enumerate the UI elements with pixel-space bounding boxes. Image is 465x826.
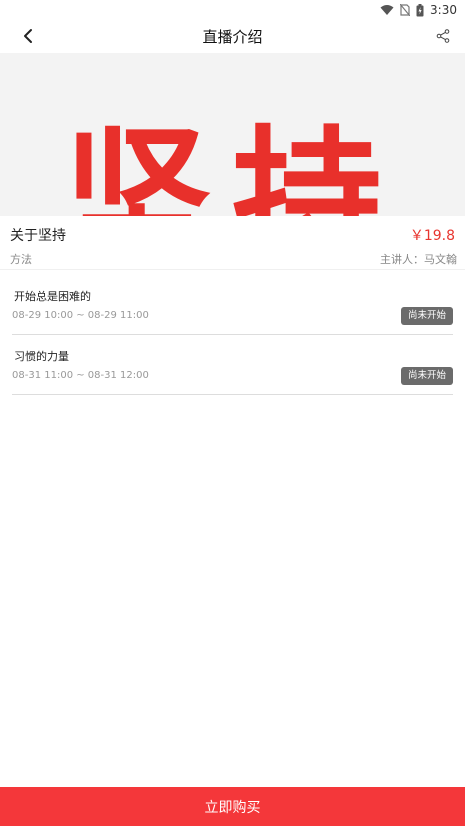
status-bar: 3:30 <box>0 0 465 20</box>
course-title: 关于坚持 <box>10 228 66 244</box>
course-banner: 坚持 <box>0 53 465 216</box>
wifi-icon <box>380 4 394 16</box>
status-badge: 尚未开始 <box>400 367 453 385</box>
lesson-list: 开始总是困难的 08-29 10:00 ~ 08-29 11:00 尚未开始 习… <box>12 275 453 395</box>
status-time: 3:30 <box>430 3 457 17</box>
lesson-time: 08-29 10:00 ~ 08-29 11:00 <box>12 310 149 321</box>
lesson-item[interactable]: 开始总是困难的 08-29 10:00 ~ 08-29 11:00 尚未开始 <box>12 275 453 335</box>
course-category: 方法 <box>10 253 32 266</box>
buy-now-label: 立即购买 <box>204 799 261 816</box>
buy-now-button[interactable]: 立即购买 <box>0 787 465 826</box>
lesson-time: 08-31 11:00 ~ 08-31 12:00 <box>12 370 149 381</box>
course-price: ￥19.8 <box>409 228 455 244</box>
no-sim-icon <box>400 4 411 16</box>
lesson-item[interactable]: 习惯的力量 08-31 11:00 ~ 08-31 12:00 尚未开始 <box>12 335 453 395</box>
share-icon[interactable] <box>433 26 453 46</box>
course-info: 关于坚持 ￥19.8 方法 主讲人：马文翰 <box>0 216 465 270</box>
course-lecturer: 主讲人：马文翰 <box>380 253 457 266</box>
battery-icon <box>416 3 424 17</box>
lesson-title: 开始总是困难的 <box>14 290 91 303</box>
page-title: 直播介绍 <box>202 28 263 46</box>
divider <box>0 269 465 270</box>
nav-bar: 直播介绍 <box>0 20 465 53</box>
back-arrow-icon[interactable] <box>18 26 38 46</box>
banner-calligraphy: 坚持 <box>62 111 402 216</box>
status-badge: 尚未开始 <box>400 307 453 325</box>
lesson-title: 习惯的力量 <box>14 350 69 363</box>
